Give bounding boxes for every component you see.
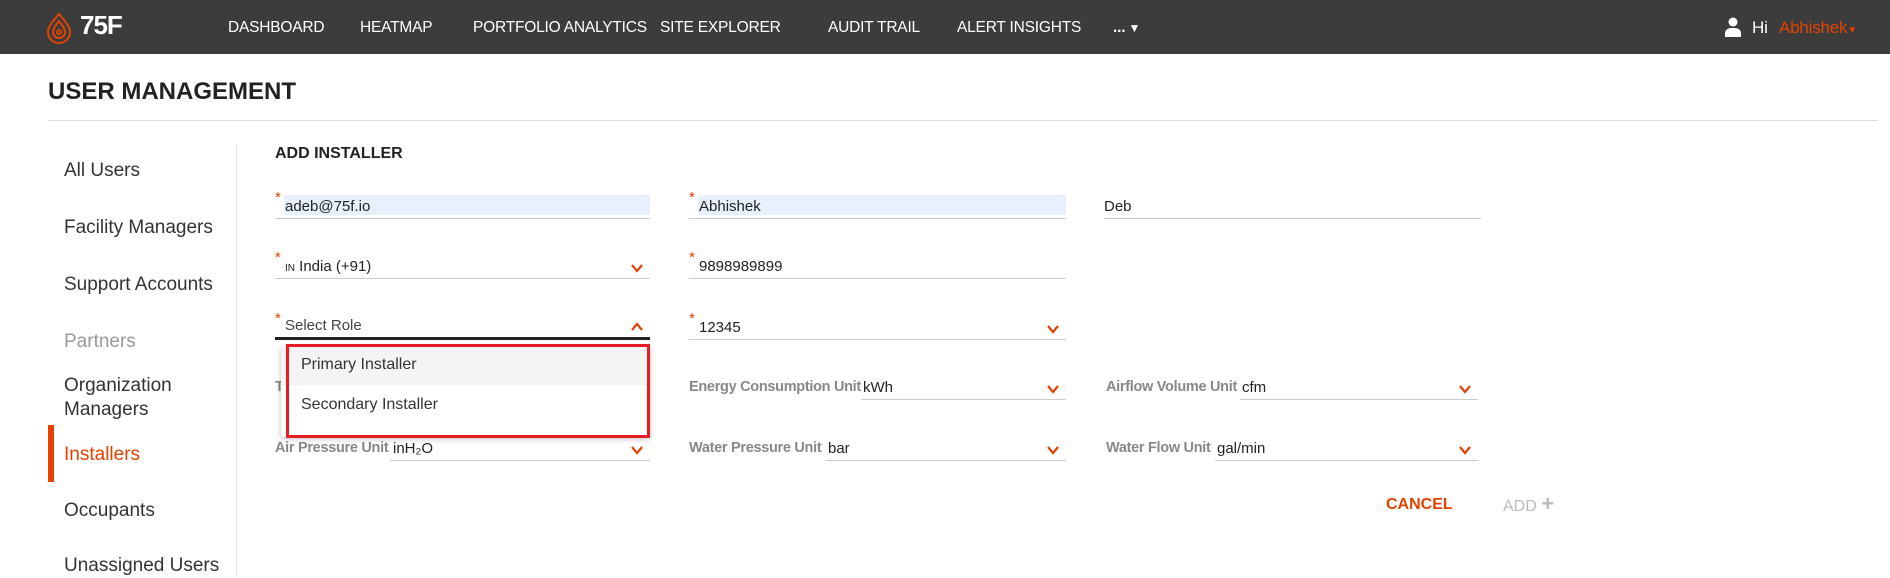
- nav-more[interactable]: ... ▼: [1113, 0, 1140, 54]
- air-pressure-unit-select[interactable]: inH₂O: [390, 437, 650, 461]
- sidebar-item-all-users[interactable]: All Users: [64, 159, 140, 183]
- top-navbar: 75F DASHBOARD HEATMAP PORTFOLIO ANALYTIC…: [0, 0, 1890, 54]
- nav-audit-trail[interactable]: AUDIT TRAIL: [828, 0, 920, 54]
- last-name-value: Deb: [1104, 198, 1132, 215]
- sidebar-item-facility-managers[interactable]: Facility Managers: [64, 216, 213, 240]
- last-name-field[interactable]: Deb: [1104, 195, 1481, 219]
- page-title: USER MANAGEMENT: [48, 78, 297, 105]
- nav-more-label: ...: [1113, 19, 1126, 36]
- first-name-field[interactable]: * Abhishek: [689, 189, 1066, 219]
- energy-unit-label: Energy Consumption Unit: [689, 379, 861, 395]
- divider: [48, 120, 1878, 121]
- air-pressure-unit-value: inH₂O: [393, 440, 433, 457]
- required-marker: *: [689, 249, 695, 266]
- water-flow-unit-value: gal/min: [1217, 440, 1266, 457]
- airflow-unit-label: Airflow Volume Unit: [1106, 379, 1237, 395]
- water-pressure-unit-value: bar: [828, 440, 850, 457]
- highlight-box: [286, 344, 650, 438]
- sidebar-item-installers[interactable]: Installers: [64, 443, 140, 467]
- greeting: Hi: [1752, 18, 1768, 37]
- phone-value: 9898989899: [699, 258, 783, 275]
- caret-down-icon: ▼: [1847, 25, 1858, 36]
- required-marker: *: [275, 189, 281, 206]
- airflow-unit-value: cfm: [1242, 379, 1267, 396]
- sidebar-item-organization-managers[interactable]: Organization Managers: [64, 374, 214, 422]
- nav-dashboard[interactable]: DASHBOARD: [228, 0, 325, 54]
- energy-unit-select[interactable]: kWh: [861, 376, 1066, 400]
- air-pressure-unit-label: Air Pressure Unit: [275, 440, 389, 456]
- chevron-down-icon: [1459, 385, 1471, 394]
- required-marker: *: [275, 310, 281, 327]
- first-name-value: Abhishek: [699, 198, 761, 215]
- country-code-select[interactable]: * IN India (+91): [275, 249, 650, 279]
- user-icon: [1725, 17, 1741, 37]
- water-pressure-unit-select[interactable]: bar: [826, 437, 1066, 461]
- user-menu[interactable]: Abhishek▼: [1779, 0, 1857, 54]
- required-marker: *: [275, 249, 281, 266]
- chevron-down-icon: [631, 446, 643, 455]
- site-value: 12345: [699, 319, 741, 336]
- cancel-button[interactable]: CANCEL: [1386, 496, 1453, 514]
- form-title: ADD INSTALLER: [275, 145, 403, 162]
- add-label: ADD: [1503, 498, 1537, 515]
- water-pressure-unit-label: Water Pressure Unit: [689, 440, 822, 456]
- chevron-down-icon: [1047, 446, 1059, 455]
- phone-field[interactable]: * 9898989899: [689, 249, 1066, 279]
- sidebar-heading-partners: Partners: [64, 331, 136, 352]
- country-value: India (+91): [299, 258, 372, 275]
- logo-text: 75F: [80, 10, 123, 40]
- energy-unit-value: kWh: [863, 379, 893, 396]
- email-value: adeb@75f.io: [285, 198, 371, 215]
- role-placeholder: Select Role: [285, 317, 362, 334]
- chevron-down-icon: [1459, 446, 1471, 455]
- chevron-down-icon: [1047, 385, 1059, 394]
- required-marker: *: [689, 189, 695, 206]
- nav-site-explorer[interactable]: SITE EXPLORER: [660, 0, 781, 54]
- nav-heatmap[interactable]: HEATMAP: [360, 0, 433, 54]
- sidebar-item-support-accounts[interactable]: Support Accounts: [64, 273, 213, 297]
- nav-portfolio-analytics[interactable]: PORTFOLIO ANALYTICS: [473, 0, 647, 54]
- water-flow-unit-select[interactable]: gal/min: [1215, 437, 1478, 461]
- nav-alert-insights[interactable]: ALERT INSIGHTS: [957, 0, 1081, 54]
- airflow-unit-select[interactable]: cfm: [1240, 376, 1478, 400]
- site-select[interactable]: * 12345: [689, 310, 1066, 340]
- role-select[interactable]: * Select Role: [275, 310, 650, 340]
- email-field[interactable]: * adeb@75f.io: [275, 189, 650, 219]
- water-flow-unit-label: Water Flow Unit: [1106, 440, 1211, 456]
- chevron-up-icon: [631, 322, 643, 331]
- chevron-down-icon: [1047, 325, 1059, 334]
- sidebar-item-unassigned-users[interactable]: Unassigned Users: [64, 554, 219, 578]
- plus-icon: +: [1541, 491, 1555, 516]
- sidebar-item-occupants[interactable]: Occupants: [64, 499, 155, 523]
- sidebar-divider: [236, 145, 237, 575]
- chevron-down-icon: [631, 264, 643, 273]
- add-button[interactable]: ADD +: [1503, 493, 1554, 516]
- caret-down-icon: ▼: [1125, 21, 1141, 35]
- active-indicator: [48, 425, 54, 482]
- user-name: Abhishek: [1779, 18, 1848, 37]
- logo-icon: [46, 12, 72, 44]
- country-flag: IN: [285, 263, 295, 274]
- required-marker: *: [689, 310, 695, 327]
